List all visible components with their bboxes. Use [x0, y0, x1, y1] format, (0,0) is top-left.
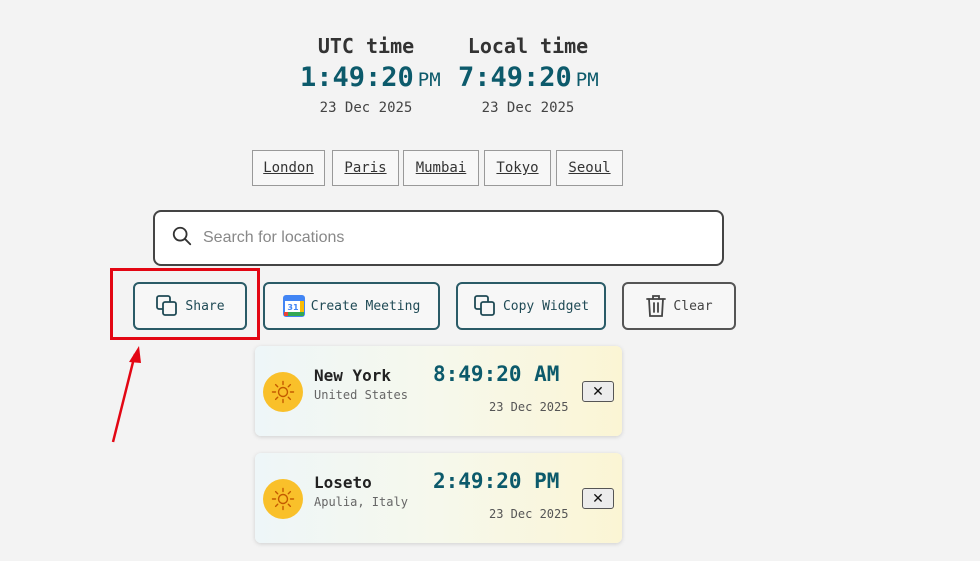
search-box[interactable]: [153, 210, 724, 266]
city-button-seoul[interactable]: Seoul: [556, 150, 623, 186]
local-title: Local time: [467, 34, 589, 58]
remove-location-button[interactable]: ✕: [582, 381, 614, 402]
location-region: United States: [314, 388, 408, 402]
utc-ampm: PM: [417, 69, 441, 91]
sun-icon: [263, 372, 303, 412]
copy-widget-button[interactable]: Copy Widget: [456, 282, 606, 330]
location-region: Apulia, Italy: [314, 495, 408, 509]
clear-label: Clear: [673, 298, 713, 314]
annotation-arrow: [111, 346, 141, 443]
location-city: New York: [314, 366, 392, 385]
location-date: 23 Dec 2025: [489, 507, 569, 521]
utc-clock: UTC time 1:49:20 PM 23 Dec 2025: [300, 33, 441, 118]
create-meeting-label: Create Meeting: [310, 298, 421, 314]
utc-date: 23 Dec 2025: [319, 100, 413, 116]
city-button-mumbai[interactable]: Mumbai: [403, 150, 479, 186]
trash-icon: [646, 295, 667, 317]
location-card: New York United States 8:49:20 AM 23 Dec…: [255, 346, 622, 436]
utc-time-value: 1:49:20: [300, 62, 414, 93]
copy-widget-label: Copy Widget: [502, 298, 590, 314]
sun-icon: [263, 479, 303, 519]
location-city: Loseto: [314, 473, 372, 492]
clear-button[interactable]: Clear: [622, 282, 736, 330]
local-time-value: 7:49:20: [458, 62, 572, 93]
utc-title: UTC time: [317, 34, 415, 58]
local-date: 23 Dec 2025: [481, 100, 575, 116]
calendar-day-text: 31: [287, 303, 299, 312]
search-input[interactable]: [203, 222, 703, 254]
utc-time: 1:49:20 PM: [300, 61, 441, 97]
local-clock: Local time 7:49:20 PM 23 Dec 2025: [458, 33, 599, 118]
local-time: 7:49:20 PM: [458, 61, 599, 97]
city-button-london[interactable]: London: [252, 150, 325, 186]
highlight-box: [110, 268, 260, 340]
location-time: 8:49:20 AM: [433, 362, 560, 386]
location-date: 23 Dec 2025: [489, 400, 569, 414]
create-meeting-button[interactable]: 31 Create Meeting: [263, 282, 440, 330]
copy-icon: [474, 295, 495, 316]
location-card: Loseto Apulia, Italy 2:49:20 PM 23 Dec 2…: [255, 453, 622, 543]
search-icon: [172, 226, 192, 246]
city-button-paris[interactable]: Paris: [332, 150, 399, 186]
remove-location-button[interactable]: ✕: [582, 488, 614, 509]
location-time: 2:49:20 PM: [433, 469, 560, 493]
google-calendar-icon: 31: [282, 295, 305, 317]
local-ampm: PM: [575, 69, 599, 91]
city-button-tokyo[interactable]: Tokyo: [484, 150, 551, 186]
